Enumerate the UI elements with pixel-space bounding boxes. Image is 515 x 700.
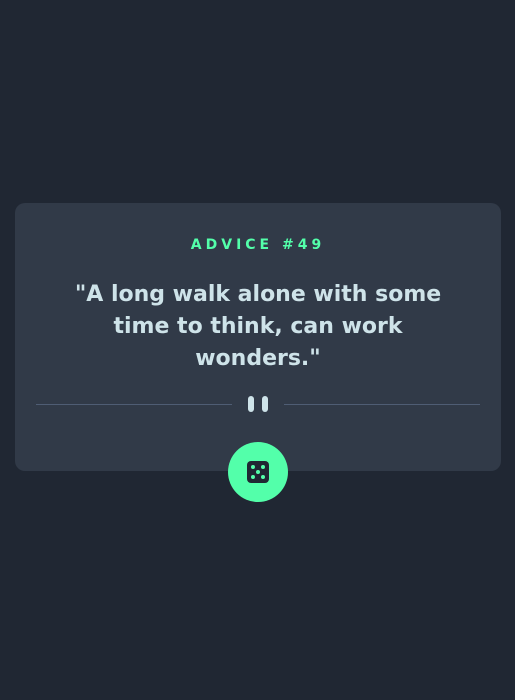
divider-line-right: [284, 404, 480, 405]
advice-quote: "A long walk alone with some time to thi…: [74, 282, 442, 371]
dice-icon: [247, 461, 269, 483]
advice-card: ADVICE #49 "A long walk alone with some …: [15, 203, 501, 471]
divider: [36, 396, 480, 412]
pause-icon: [248, 396, 268, 412]
divider-line-left: [36, 404, 232, 405]
advice-id-label: ADVICE #49: [190, 237, 326, 253]
new-advice-button[interactable]: [228, 442, 288, 502]
